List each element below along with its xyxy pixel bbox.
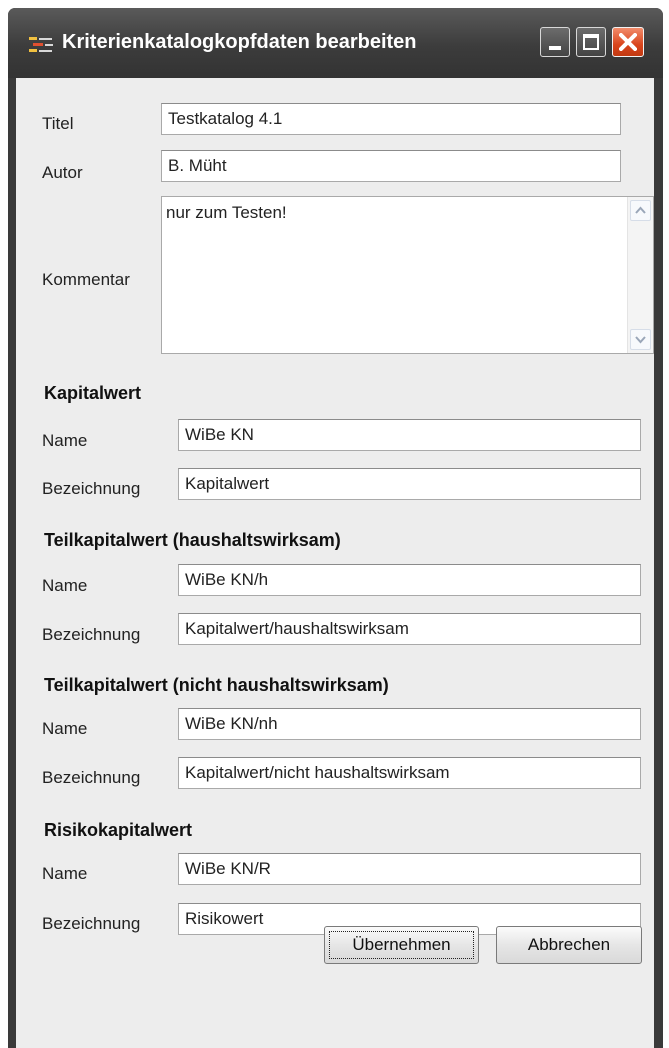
teilkapitalwert-h-bezeichnung-input[interactable] <box>178 613 641 645</box>
name-label: Name <box>42 431 88 450</box>
name-label: Name <box>42 864 88 883</box>
teilkapitalwert-nh-name-input[interactable] <box>178 708 641 740</box>
kommentar-scrollbar[interactable] <box>627 197 653 353</box>
cancel-button-label: Abbrechen <box>527 935 611 954</box>
name-label: Name <box>42 576 88 595</box>
dialog-window: Kriterienkatalogkopfdaten bearbeiten Tit… <box>8 8 663 1048</box>
bezeichnung-label: Bezeichnung <box>42 914 141 933</box>
name-label: Name <box>42 719 88 738</box>
scroll-down-icon <box>635 336 646 344</box>
ok-button[interactable]: Übernehmen <box>324 926 479 964</box>
maximize-button[interactable] <box>576 27 606 57</box>
minimize-button[interactable] <box>540 27 570 57</box>
titel-label: Titel <box>42 114 74 133</box>
bezeichnung-label: Bezeichnung <box>42 479 141 498</box>
autor-label: Autor <box>42 163 83 182</box>
section-heading-risikokapitalwert: Risikokapitalwert <box>44 820 193 840</box>
bezeichnung-label: Bezeichnung <box>42 768 141 787</box>
ok-button-label: Übernehmen <box>352 935 451 954</box>
risikokapitalwert-name-input[interactable] <box>178 853 641 885</box>
dialog-client-area: Titel Autor Kommentar nur zum Testen! <box>16 78 654 1048</box>
app-icon <box>29 37 53 52</box>
kapitalwert-bezeichnung-input[interactable] <box>178 468 641 500</box>
title-bar[interactable]: Kriterienkatalogkopfdaten bearbeiten <box>8 8 663 78</box>
bezeichnung-label: Bezeichnung <box>42 625 141 644</box>
maximize-icon <box>583 34 599 50</box>
kommentar-label: Kommentar <box>42 270 130 289</box>
cancel-button[interactable]: Abbrechen <box>496 926 642 964</box>
close-button[interactable] <box>612 27 644 57</box>
kapitalwert-name-input[interactable] <box>178 419 641 451</box>
scroll-down-button[interactable] <box>630 329 651 350</box>
scroll-up-button[interactable] <box>630 200 651 221</box>
section-heading-teilkapitalwert-nicht-haushaltswirksam: Teilkapitalwert (nicht haushaltswirksam) <box>44 675 389 695</box>
close-icon <box>619 33 637 51</box>
teilkapitalwert-h-name-input[interactable] <box>178 564 641 596</box>
kommentar-textarea[interactable]: nur zum Testen! <box>162 197 627 353</box>
section-heading-teilkapitalwert-haushaltswirksam: Teilkapitalwert (haushaltswirksam) <box>44 530 341 550</box>
scroll-up-icon <box>635 206 646 214</box>
autor-input[interactable] <box>161 150 621 182</box>
kommentar-memo[interactable]: nur zum Testen! <box>161 196 654 354</box>
window-title: Kriterienkatalogkopfdaten bearbeiten <box>62 31 417 53</box>
minimize-icon <box>549 46 561 50</box>
teilkapitalwert-nh-bezeichnung-input[interactable] <box>178 757 641 789</box>
section-heading-kapitalwert: Kapitalwert <box>44 383 142 403</box>
titel-input[interactable] <box>161 103 621 135</box>
